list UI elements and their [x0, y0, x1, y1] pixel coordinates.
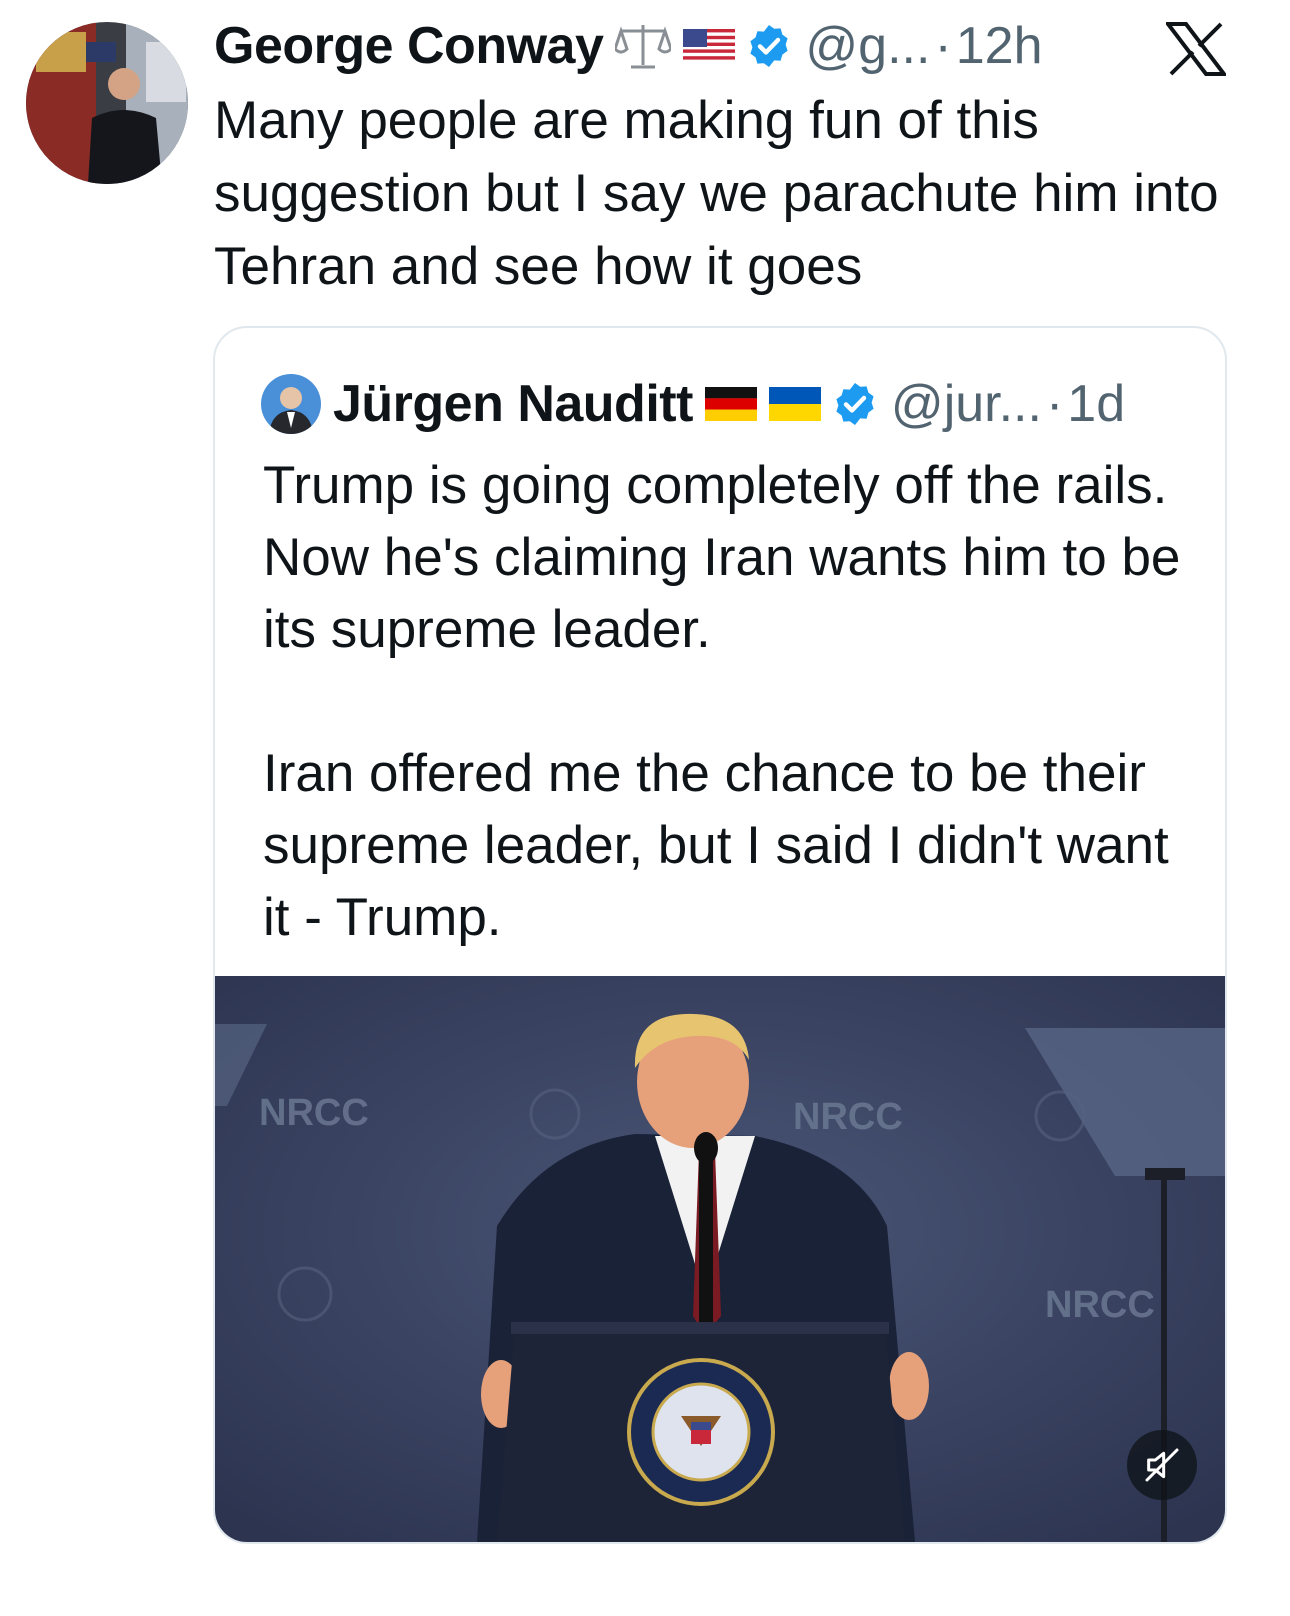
mute-toggle-button[interactable] [1127, 1430, 1197, 1500]
tweet-text: Many people are making fun of this sugge… [214, 91, 1219, 296]
backdrop-text: NRCC [793, 1096, 903, 1138]
muted-speaker-icon [1145, 1448, 1179, 1482]
video-player[interactable]: NRCC NRCC NRCC [215, 976, 1225, 1542]
quoted-tweet-time[interactable]: 1d [1067, 374, 1125, 434]
quoted-separator-dot: · [1045, 375, 1064, 433]
verified-badge-icon[interactable] [745, 22, 793, 70]
separator-dot: · [934, 17, 952, 75]
backdrop-text: NRCC [259, 1092, 369, 1134]
us-flag-icon [683, 29, 736, 63]
backdrop-text: NRCC [1045, 1284, 1155, 1326]
video-frame [215, 976, 1225, 1542]
author-handle[interactable]: @g... [805, 16, 930, 76]
author-name[interactable]: George Conway [214, 16, 604, 76]
quoted-author-avatar[interactable] [261, 374, 321, 434]
quoted-author-name[interactable]: Jürgen Nauditt [333, 374, 693, 434]
quoted-tweet-card[interactable]: Jürgen Nauditt @jur... · 1d Trump is goi… [213, 326, 1227, 1544]
x-logo-icon [1163, 22, 1229, 76]
scales-icon [615, 21, 672, 71]
author-avatar[interactable] [26, 22, 188, 184]
quoted-verified-badge-icon[interactable] [831, 380, 879, 428]
quoted-tweet-header: Jürgen Nauditt @jur... · 1d [261, 372, 1125, 436]
ukraine-flag-icon [768, 387, 821, 421]
tweet-time[interactable]: 12h [956, 16, 1043, 76]
german-flag-icon [704, 387, 757, 421]
quoted-tweet-text: Trump is going completely off the rails.… [263, 456, 1181, 947]
tweet-header: George Conway @g... · 12h [214, 14, 1043, 78]
quoted-author-handle[interactable]: @jur... [891, 374, 1042, 434]
